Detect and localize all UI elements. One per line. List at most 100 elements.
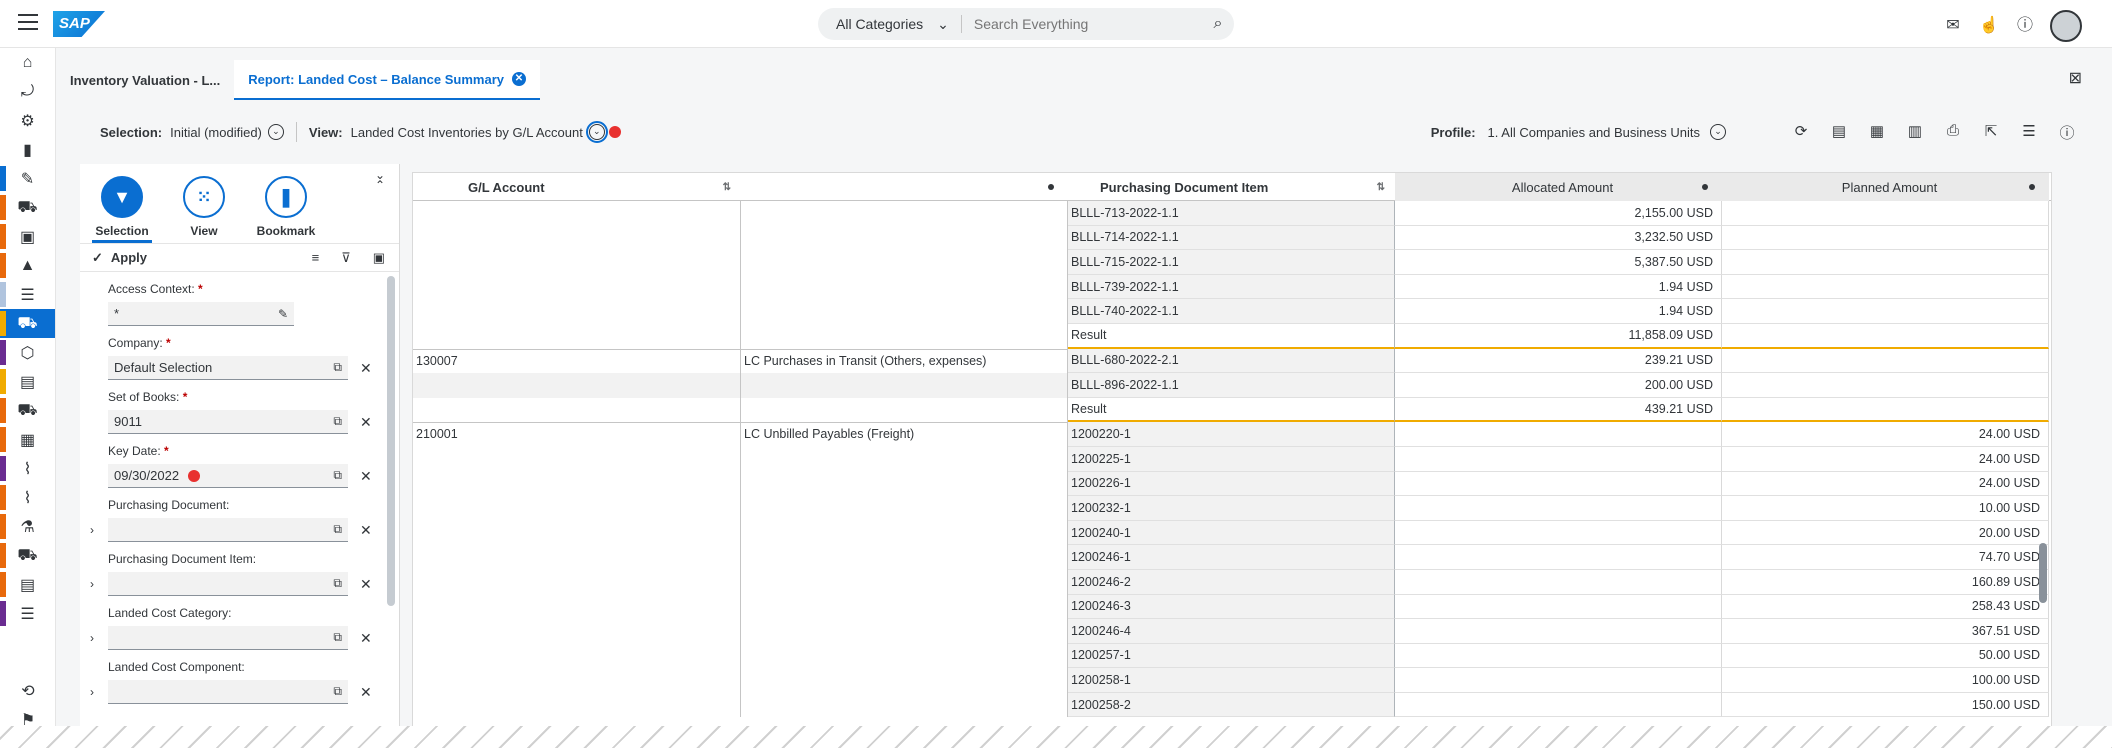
table-row[interactable]: 130007 LC Purchases in Transit (Others, e…: [413, 348, 2051, 374]
table-row[interactable]: 1200246-4 367.51 USD: [413, 619, 2051, 644]
clear-filter-icon[interactable]: ⊽: [341, 250, 351, 266]
header-gl-account[interactable]: G/L Account ⇅: [413, 173, 741, 201]
expand-icon[interactable]: ›: [90, 631, 94, 645]
result-row[interactable]: Result 11,858.09 USD: [413, 323, 2051, 349]
sort-icon[interactable]: ⇅: [723, 182, 731, 193]
nav-item-17-icon[interactable]: ⚗: [0, 512, 55, 541]
tab-landed-cost-report[interactable]: Report: Landed Cost – Balance Summary ✕: [234, 60, 540, 100]
nav-item-9-icon[interactable]: ☰: [0, 280, 55, 309]
close-icon[interactable]: ✕: [511, 72, 526, 86]
value-help-icon[interactable]: ⧉: [333, 684, 342, 699]
sap-logo[interactable]: SAP: [53, 11, 105, 37]
nav-item-18-icon[interactable]: ⛟: [0, 541, 55, 570]
nav-item-1-icon[interactable]: ⌂: [0, 48, 55, 77]
table-row[interactable]: 1200257-1 50.00 USD: [413, 643, 2051, 669]
nav-item-16-icon[interactable]: ⌇: [0, 483, 55, 512]
header-allocated-amount[interactable]: Allocated Amount: [1395, 173, 1722, 201]
value-help-icon[interactable]: ⧉: [333, 522, 342, 537]
save-icon[interactable]: ▣: [373, 250, 385, 266]
nav-item-4-icon[interactable]: ▮: [0, 135, 55, 164]
clear-icon[interactable]: ✕: [360, 414, 372, 431]
history-icon[interactable]: ⟲: [0, 676, 56, 705]
expand-icon[interactable]: ›: [90, 523, 94, 537]
fullscreen-icon[interactable]: ⊠: [2069, 68, 2082, 88]
apply-button[interactable]: Apply: [111, 250, 147, 265]
value-help-icon[interactable]: ⧉: [333, 576, 342, 591]
dot-icon[interactable]: [1048, 184, 1054, 190]
table-row[interactable]: BLLL-713-2022-1.1 2,155.00 USD: [413, 201, 2051, 226]
nav-item-13-icon[interactable]: ⛟: [0, 396, 55, 425]
dot-icon[interactable]: [1702, 184, 1708, 190]
clear-icon[interactable]: ✕: [360, 522, 372, 539]
table-row[interactable]: 1200225-1 24.00 USD: [413, 446, 2051, 472]
field-input[interactable]: ⧉: [108, 518, 348, 542]
panel-scrollbar[interactable]: [387, 276, 395, 606]
table-row[interactable]: 1200232-1 10.00 USD: [413, 496, 2051, 521]
clear-icon[interactable]: ✕: [360, 360, 372, 377]
table-row[interactable]: 1200258-1 100.00 USD: [413, 668, 2051, 693]
field-input[interactable]: * ✎: [108, 302, 294, 326]
menu-icon[interactable]: [18, 14, 38, 30]
table-scrollbar[interactable]: [2039, 543, 2047, 603]
table-row[interactable]: BLLL-739-2022-1.1 1.94 USD: [413, 274, 2051, 300]
selection-dropdown-icon[interactable]: ⌄: [267, 124, 284, 140]
nav-item-15-icon[interactable]: ⌇: [0, 454, 55, 483]
tab-inventory-valuation[interactable]: Inventory Valuation - L...: [56, 60, 234, 100]
nav-item-10-icon[interactable]: ⛟: [0, 309, 55, 338]
search-icon[interactable]: ⌕: [1202, 15, 1234, 33]
value-help-icon[interactable]: ⧉: [333, 360, 342, 375]
view-dropdown-icon[interactable]: ⌄: [585, 121, 608, 143]
clear-icon[interactable]: ✕: [360, 576, 372, 593]
header-purchasing-document-item[interactable]: Purchasing Document Item ⇅: [1068, 173, 1395, 201]
clipboard-icon[interactable]: ▤: [1828, 122, 1850, 143]
table-row[interactable]: BLLL-740-2022-1.1 1.94 USD: [413, 299, 2051, 324]
field-input[interactable]: 9011 ⧉: [108, 410, 348, 434]
search-input[interactable]: [961, 16, 1202, 32]
field-input[interactable]: ⧉: [108, 572, 348, 596]
clear-icon[interactable]: ✕: [360, 630, 372, 647]
refresh-icon[interactable]: ⟳: [1790, 122, 1812, 143]
expand-icon[interactable]: ›: [90, 577, 94, 591]
profile-dropdown-icon[interactable]: ⌄: [1710, 124, 1726, 140]
field-input[interactable]: ⧉: [108, 626, 348, 650]
nav-item-6-icon[interactable]: ⛟: [0, 193, 55, 222]
filter-settings-icon[interactable]: ≡: [312, 250, 320, 266]
table-row[interactable]: 210001 LC Unbilled Payables (Freight) 1200…: [413, 422, 2051, 447]
avatar[interactable]: [2050, 10, 2082, 42]
panel-tab-view[interactable]: ⁙ View: [174, 176, 234, 243]
table-row[interactable]: 1200226-1 24.00 USD: [413, 471, 2051, 497]
table-row[interactable]: 1200246-2 160.89 USD: [413, 569, 2051, 595]
print-icon[interactable]: ⎙: [1942, 122, 1964, 143]
panel-tab-bookmark[interactable]: ❚ Bookmark: [256, 176, 316, 243]
nav-item-8-icon[interactable]: ▲: [0, 251, 55, 280]
table-row[interactable]: 1200258-2 150.00 USD: [413, 692, 2051, 718]
help-icon[interactable]: ⓘ: [2014, 15, 2036, 37]
result-row[interactable]: Result 439.21 USD: [413, 397, 2051, 423]
clear-icon[interactable]: ✕: [360, 684, 372, 701]
table-row[interactable]: BLLL-715-2022-1.1 5,387.50 USD: [413, 250, 2051, 275]
nav-item-20-icon[interactable]: ☰: [0, 599, 55, 628]
nav-item-11-icon[interactable]: ⬡: [0, 338, 55, 367]
joule-icon[interactable]: ☝: [1978, 15, 2000, 37]
edit-icon[interactable]: ✎: [278, 307, 288, 321]
table-row[interactable]: BLLL-896-2022-1.1 200.00 USD: [413, 373, 2051, 398]
nav-item-12-icon[interactable]: ▤: [0, 367, 55, 396]
panel-tab-selection[interactable]: ▼ Selection: [92, 176, 152, 243]
table-row[interactable]: BLLL-714-2022-1.1 3,232.50 USD: [413, 225, 2051, 251]
settings-sliders-icon[interactable]: ☰: [2018, 122, 2040, 143]
table-row[interactable]: 1200246-1 74.70 USD: [413, 545, 2051, 570]
table-layout-icon[interactable]: ▦: [1866, 122, 1888, 143]
export-icon[interactable]: ⇱: [1980, 122, 2002, 143]
dot-icon[interactable]: [2029, 184, 2035, 190]
profile-selector[interactable]: Profile: 1. All Companies and Business U…: [1431, 124, 1726, 140]
nav-item-19-icon[interactable]: ▤: [0, 570, 55, 599]
field-input[interactable]: Default Selection ⧉: [108, 356, 348, 380]
field-input[interactable]: 09/30/2022 ⧉: [108, 464, 348, 488]
nav-item-5-icon[interactable]: ✎: [0, 164, 55, 193]
table-row[interactable]: 1200246-3 258.43 USD: [413, 594, 2051, 620]
value-help-icon[interactable]: ⧉: [333, 414, 342, 429]
nav-item-7-icon[interactable]: ▣: [0, 222, 55, 251]
field-input[interactable]: ⧉: [108, 680, 348, 704]
search-category-select[interactable]: All Categories ⌄: [818, 15, 962, 33]
table-row[interactable]: 1200240-1 20.00 USD: [413, 520, 2051, 546]
